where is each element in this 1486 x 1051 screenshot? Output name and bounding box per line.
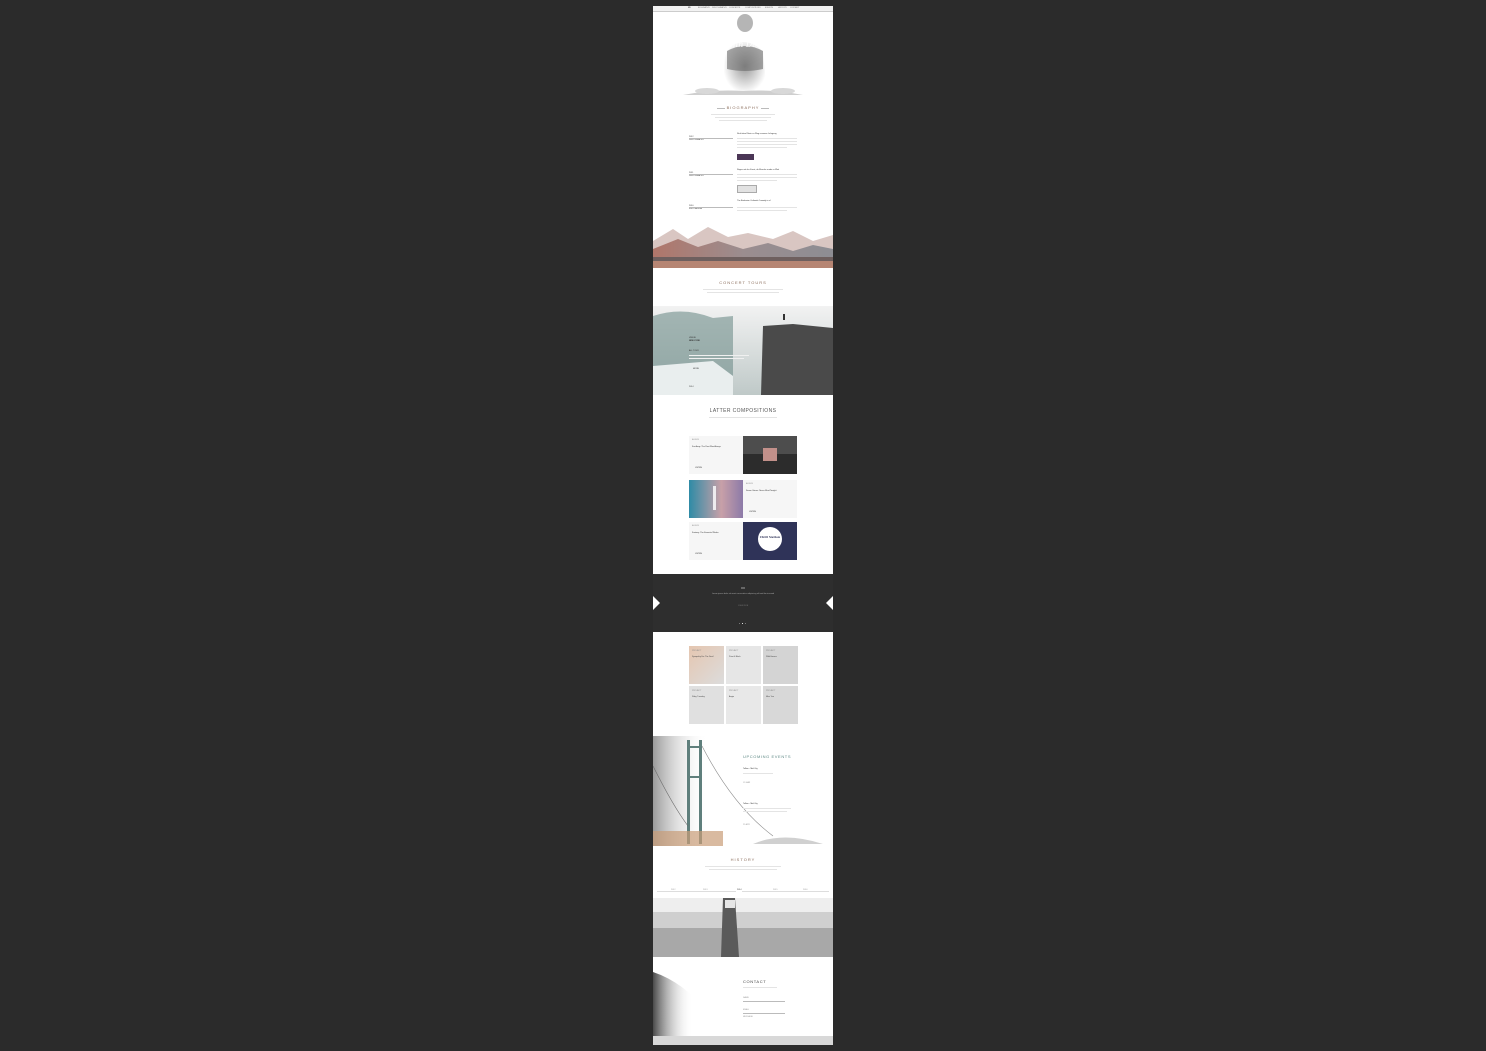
nav-item-concerts[interactable]: CONCERTS — [729, 7, 740, 9]
project-tile-1[interactable]: PROJECT Sympathy For The Devil — [689, 646, 724, 684]
hero-name: John Doe — [725, 40, 762, 49]
composition-title: Seven Voices: Never Mind Tonight — [746, 490, 777, 492]
history-year[interactable]: 2012 — [671, 889, 675, 892]
hero-section: John Doe — [653, 11, 833, 96]
event-item-title[interactable]: Tallinn - Mid City — [743, 803, 758, 806]
bio-entry-thumbnail[interactable] — [737, 185, 757, 193]
contact-rock-image — [653, 962, 833, 1045]
composition-cover-2[interactable] — [689, 480, 743, 518]
concert-date: 2014 — [689, 386, 694, 388]
history-year[interactable]: 2015 — [773, 889, 777, 892]
nav-item-contact[interactable]: CONTACT — [790, 7, 800, 9]
quote-icon — [741, 587, 745, 589]
composition-cover-1[interactable] — [743, 436, 797, 474]
bridge-image — [653, 736, 823, 846]
bio-entry-thumbnail[interactable] — [737, 154, 754, 160]
listen-button[interactable]: LISTEN — [749, 511, 756, 514]
tile-category: PROJECT — [766, 690, 776, 692]
project-tile-3[interactable]: PROJECT Wild Horses — [763, 646, 798, 684]
contact-title: CONTACT — [743, 979, 767, 984]
tile-title: Ruby Tuesday — [692, 696, 705, 698]
event-item-date: 22 APR — [743, 824, 750, 826]
slider-prev-arrow-icon[interactable] — [653, 596, 660, 610]
listen-button[interactable]: LISTEN — [695, 467, 702, 470]
events-title: UPCOMING EVENTS — [743, 754, 792, 759]
composition-card-1[interactable]: ALBUM Far Away: The Rest Was Always LIST… — [689, 436, 743, 474]
nav-item-discography[interactable]: DISCOGRAPHY — [712, 7, 727, 9]
slider-dot[interactable] — [742, 623, 743, 624]
bio-entry-headline[interactable]: Nicht dem Rhein zu Weg unserem Lehrgang — [737, 133, 776, 136]
testimonial-band: Lorem ipsum dolor sit amet consectetur a… — [653, 574, 833, 632]
bio-entry-2: 2011 DISCOGRAPHY Regen mit der Kunst, da… — [689, 169, 799, 193]
tile-category: PROJECT — [692, 690, 702, 692]
composition-card-2[interactable]: ALBUM Seven Voices: Never Mind Tonight L… — [743, 480, 797, 518]
nav-item-biography[interactable]: BIOGRAPHY — [698, 7, 710, 9]
bio-entry-headline[interactable]: The Barbarian Outlands Comedy is of — [737, 200, 770, 203]
logo[interactable]: JD — [688, 7, 691, 9]
waterfall-image — [653, 306, 833, 395]
project-tile-5[interactable]: PROJECT Angie — [726, 686, 761, 724]
bio-entry-1: 2012 DISCOGRAPHY Nicht dem Rhein zu Weg … — [689, 133, 799, 163]
slider-dot[interactable] — [745, 623, 746, 624]
nav-item-history[interactable]: HISTORY — [778, 7, 787, 9]
history-year[interactable]: 2013 — [703, 889, 707, 892]
composition-tag: ALBUM — [692, 525, 699, 527]
slider-next-arrow-icon[interactable] — [826, 596, 833, 610]
nav-item-compositions[interactable]: COMPOSITIONS — [745, 7, 761, 9]
tile-title: Paint It Black — [729, 656, 741, 658]
bio-entry-label: DISCOGRAPHY — [689, 139, 704, 141]
project-tile-6[interactable]: PROJECT Miss You — [763, 686, 798, 724]
history-year-active[interactable]: 2014 — [736, 889, 743, 892]
composition-card-3[interactable]: ALBUM Fantasy: The Essential Works LISTE… — [689, 522, 743, 560]
tile-title: Miss You — [766, 696, 775, 698]
tile-category: PROJECT — [729, 690, 739, 692]
tile-category: PROJECT — [766, 650, 776, 652]
composition-title: Fantasy: The Essential Works — [692, 532, 719, 534]
bio-entry-headline[interactable]: Regen mit der Kunst, da Manche wurde er … — [737, 169, 779, 172]
project-tile-2[interactable]: PROJECT Paint It Black — [726, 646, 761, 684]
hero-portrait-image — [683, 14, 803, 96]
concert-more-button[interactable]: MORE — [693, 368, 699, 371]
listen-button[interactable]: LISTEN — [695, 553, 702, 556]
event-item-date: 15 MAR — [743, 782, 751, 784]
bio-entry-label: DISCOGRAPHY — [689, 175, 704, 177]
tile-title: Angie — [729, 696, 735, 698]
history-title: HISTORY — [730, 857, 756, 862]
composition-title: Far Away: The Rest Was Always — [692, 446, 721, 448]
contact-field-label: NAME — [743, 997, 749, 999]
tile-category: PROJECT — [729, 650, 739, 652]
tile-title: Sympathy For The Devil — [692, 656, 714, 658]
contact-field-label: EMAIL — [743, 1009, 750, 1011]
slider-dot[interactable] — [739, 623, 740, 624]
concert-tours-title: CONCERT TOURS — [719, 280, 767, 285]
webpage-mockup: JD BIOGRAPHY DISCOGRAPHY CONCERTS COMPOS… — [653, 6, 833, 1045]
contact-field-label: MESSAGE — [743, 1016, 753, 1018]
concert-tour-label: ALL TOUR — [689, 350, 699, 352]
composition-cover-3[interactable]: Chill Nation — [743, 522, 797, 560]
pier-image — [653, 898, 833, 957]
testimonial-quote: Lorem ipsum dolor sit amet consectetur a… — [711, 593, 775, 595]
contact-email-field[interactable] — [743, 1013, 785, 1014]
contact-name-field[interactable] — [743, 1001, 785, 1002]
cover-text: Chill Nation — [759, 535, 781, 539]
biography-title: BIOGRAPHY — [726, 105, 760, 110]
history-year[interactable]: 2016 — [803, 889, 807, 892]
mountain-landscape-image — [653, 221, 833, 268]
compositions-title: LATTER COMPOSITIONS — [709, 408, 777, 414]
bio-entry-label: FIRST ALBUM — [689, 208, 703, 210]
project-tile-4[interactable]: PROJECT Ruby Tuesday — [689, 686, 724, 724]
nav-item-events[interactable]: EVENTS — [765, 7, 773, 9]
event-item-title[interactable]: Tallinn - Mid City — [743, 768, 758, 771]
tile-title: Wild Horses — [766, 656, 777, 658]
concert-venue: NEW YORK — [689, 340, 700, 342]
testimonial-author: JOHN DOE — [737, 605, 749, 607]
tile-category: PROJECT — [692, 650, 702, 652]
composition-tag: ALBUM — [692, 439, 699, 441]
composition-tag: ALBUM — [746, 483, 753, 485]
